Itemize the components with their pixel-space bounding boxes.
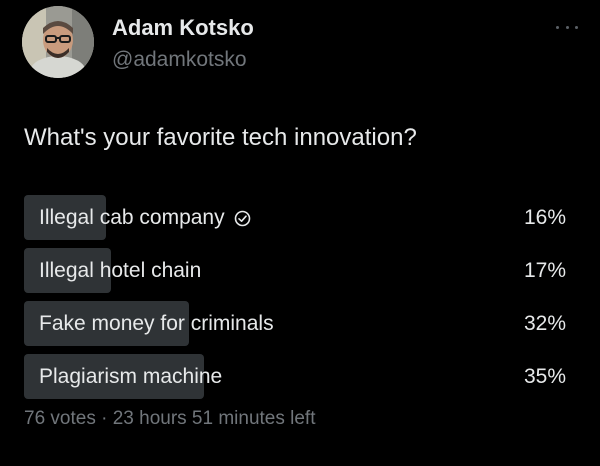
more-options-button[interactable] <box>556 22 578 32</box>
poll-option-percent: 32% <box>523 312 566 335</box>
poll-option-label: Fake money for criminals <box>39 312 274 335</box>
poll-option-label: Plagiarism machine <box>39 365 223 388</box>
check-circle-icon <box>234 210 250 226</box>
poll-option-label-row: Illegal cab company <box>39 206 251 230</box>
poll-option-percent: 35% <box>523 365 566 388</box>
poll-option-label-row: Plagiarism machine <box>39 365 222 389</box>
more-dot <box>575 25 578 29</box>
poll-option-label-row: Fake money for criminals <box>39 312 274 336</box>
author-avatar[interactable] <box>22 6 94 78</box>
avatar-photo <box>22 6 94 78</box>
poll-option-label: Illegal cab company <box>39 206 225 229</box>
poll-option[interactable]: Illegal cab company 16% <box>24 195 572 240</box>
poll: Illegal cab company 16% Illegal hotel ch… <box>24 195 572 407</box>
poll-option[interactable]: Plagiarism machine 35% <box>24 354 572 399</box>
poll-option-percent: 17% <box>523 259 566 282</box>
poll-option[interactable]: Illegal hotel chain 17% <box>24 248 572 293</box>
poll-footer: 76 votes · 23 hours 51 minutes left <box>24 408 316 429</box>
more-dot <box>556 25 559 29</box>
poll-option-percent: 16% <box>523 206 566 229</box>
author-handle[interactable]: @adamkotsko <box>112 48 247 72</box>
poll-option-label-row: Illegal hotel chain <box>39 259 201 283</box>
poll-option[interactable]: Fake money for criminals 32% <box>24 301 572 346</box>
author-name[interactable]: Adam Kotsko <box>112 15 254 41</box>
poll-option-label: Illegal hotel chain <box>39 259 202 282</box>
poll-question: What's your favorite tech innovation? <box>24 124 417 151</box>
more-dot <box>565 25 569 29</box>
